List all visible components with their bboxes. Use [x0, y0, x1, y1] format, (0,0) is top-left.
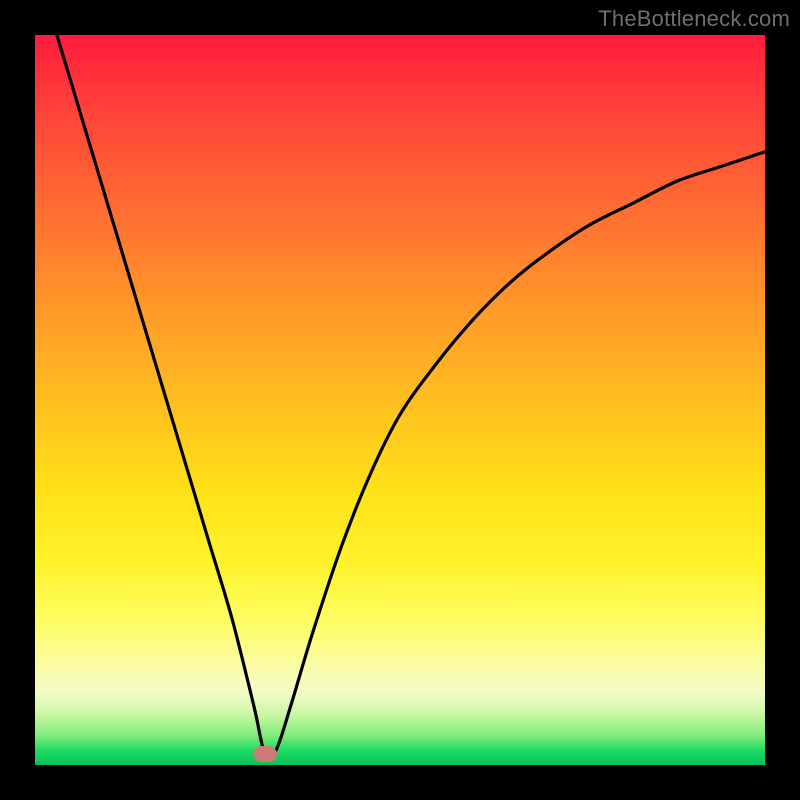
minimum-marker [253, 746, 277, 762]
watermark-text: TheBottleneck.com [598, 6, 790, 32]
plot-area [35, 35, 765, 765]
chart-frame: TheBottleneck.com [0, 0, 800, 800]
bottleneck-curve [35, 35, 765, 765]
